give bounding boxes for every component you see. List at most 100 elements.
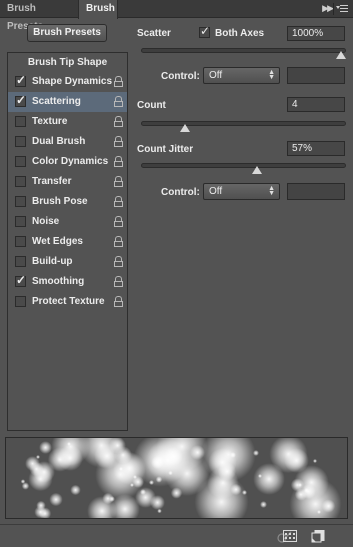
count-jitter-slider-knob[interactable]: [252, 166, 262, 174]
lock-icon[interactable]: [113, 296, 124, 308]
option-label: Color Dynamics: [32, 156, 109, 167]
option-checkbox[interactable]: ✓: [15, 93, 27, 107]
count-jitter-value-field[interactable]: 57%: [287, 141, 345, 156]
option-checkbox[interactable]: [15, 156, 26, 167]
option-smoothing[interactable]: ✓ Smoothing: [8, 272, 127, 292]
lock-icon[interactable]: [113, 156, 124, 168]
option-label: Dual Brush: [32, 136, 86, 147]
brush-dab: [313, 458, 318, 463]
option-label: Protect Texture: [32, 296, 105, 307]
scatter-control-extra-field: [287, 67, 345, 84]
count-slider-knob[interactable]: [180, 124, 190, 132]
lock-icon[interactable]: [113, 176, 124, 188]
tab-bar-divider: [333, 3, 334, 15]
brush-options-list: Brush Tip Shape ✓ Shape Dynamics ✓ Scatteri…: [7, 52, 128, 431]
option-label: Build-up: [32, 256, 73, 267]
option-color-dynamics[interactable]: Color Dynamics: [8, 152, 127, 172]
brush-dab: [321, 499, 336, 513]
brush-dab: [34, 505, 47, 518]
brush-dab: [252, 463, 285, 495]
lock-icon[interactable]: [113, 276, 124, 288]
option-checkbox[interactable]: [15, 296, 26, 307]
check-icon: ✓: [16, 273, 27, 287]
lock-icon[interactable]: [113, 76, 124, 88]
panel-bottom-bar: [0, 524, 353, 547]
option-noise[interactable]: Noise: [8, 212, 127, 232]
lock-icon[interactable]: [113, 236, 124, 248]
option-label: Wet Edges: [32, 236, 83, 247]
option-checkbox[interactable]: [15, 196, 26, 207]
brush-dab: [38, 440, 52, 454]
panel-menu-icon[interactable]: [336, 3, 348, 15]
scatter-control-select[interactable]: Off ▲ ▼: [203, 67, 280, 84]
grid-icon[interactable]: [283, 530, 297, 543]
option-texture[interactable]: Texture: [8, 112, 127, 132]
option-checkbox[interactable]: [15, 236, 26, 247]
brush-dab: [294, 488, 308, 501]
option-label: Noise: [32, 216, 60, 227]
option-label: Texture: [32, 116, 68, 127]
scatter-slider-knob[interactable]: [336, 51, 346, 59]
scatter-value-field[interactable]: 1000%: [287, 26, 345, 41]
option-label: Scattering: [32, 96, 81, 107]
brush-dab: [35, 454, 41, 460]
option-checkbox[interactable]: [15, 256, 26, 267]
brush-presets-button[interactable]: Brush Presets: [27, 24, 107, 42]
check-icon: ✓: [200, 24, 211, 38]
lock-icon[interactable]: [113, 96, 124, 108]
lock-icon[interactable]: [113, 196, 124, 208]
lock-icon[interactable]: [113, 216, 124, 228]
option-wet-edges[interactable]: Wet Edges: [8, 232, 127, 252]
option-brush-pose[interactable]: Brush Pose: [8, 192, 127, 212]
brush-dab: [170, 487, 183, 499]
brush-dab: [70, 484, 81, 496]
tab-brush-presets[interactable]: Brush Presets: [0, 0, 78, 32]
both-axes-checkbox[interactable]: ✓: [199, 24, 211, 38]
panel-tab-bar: Brush Presets Brush ▶▶: [0, 0, 353, 32]
option-protect-texture[interactable]: Protect Texture: [8, 292, 127, 312]
both-axes-label: Both Axes: [215, 28, 265, 39]
option-dual-brush[interactable]: Dual Brush: [8, 132, 127, 152]
option-checkbox[interactable]: ✓: [15, 273, 27, 287]
brush-dab: [150, 495, 166, 511]
brush-dab: [49, 492, 64, 507]
option-scattering[interactable]: ✓ Scattering: [8, 92, 127, 112]
option-label: Smoothing: [32, 276, 85, 287]
option-checkbox[interactable]: [15, 176, 26, 187]
brush-dab: [21, 482, 30, 490]
brush-tip-shape-item[interactable]: Brush Tip Shape: [8, 53, 127, 72]
option-checkbox[interactable]: [15, 116, 26, 127]
brush-dab: [133, 474, 138, 479]
control-label: Control:: [161, 187, 200, 198]
count-value-field[interactable]: 4: [287, 97, 345, 112]
count-jitter-control-select[interactable]: Off ▲ ▼: [203, 183, 280, 200]
count-jitter-slider[interactable]: [141, 163, 346, 168]
tab-brush[interactable]: Brush: [78, 0, 118, 19]
option-shape-dynamics[interactable]: ✓ Shape Dynamics: [8, 72, 127, 92]
option-build-up[interactable]: Build-up: [8, 252, 127, 272]
brush-stroke-preview: [5, 437, 348, 519]
scatter-slider[interactable]: [141, 48, 346, 53]
count-slider[interactable]: [141, 121, 346, 126]
option-checkbox[interactable]: [15, 136, 26, 147]
option-label: Shape Dynamics: [32, 76, 113, 87]
create-new-preset-icon[interactable]: [311, 530, 325, 543]
option-checkbox[interactable]: ✓: [15, 73, 27, 87]
brush-dab: [193, 474, 249, 518]
count-jitter-control-extra-field: [287, 183, 345, 200]
option-checkbox[interactable]: [15, 216, 26, 227]
brush-dab: [140, 489, 146, 495]
count-label: Count: [137, 100, 166, 111]
option-label: Brush Pose: [32, 196, 88, 207]
control-label: Control:: [161, 71, 200, 82]
lock-icon[interactable]: [113, 136, 124, 148]
collapse-panel-icon[interactable]: ▶▶: [322, 3, 334, 14]
lock-icon[interactable]: [113, 116, 124, 128]
select-arrows-icon: ▲ ▼: [268, 69, 275, 81]
check-icon: ✓: [16, 73, 27, 87]
brush-dab: [57, 444, 84, 472]
lock-icon[interactable]: [113, 256, 124, 268]
check-icon: ✓: [16, 93, 27, 107]
option-transfer[interactable]: Transfer: [8, 172, 127, 192]
scatter-control-value: Off: [209, 70, 223, 81]
